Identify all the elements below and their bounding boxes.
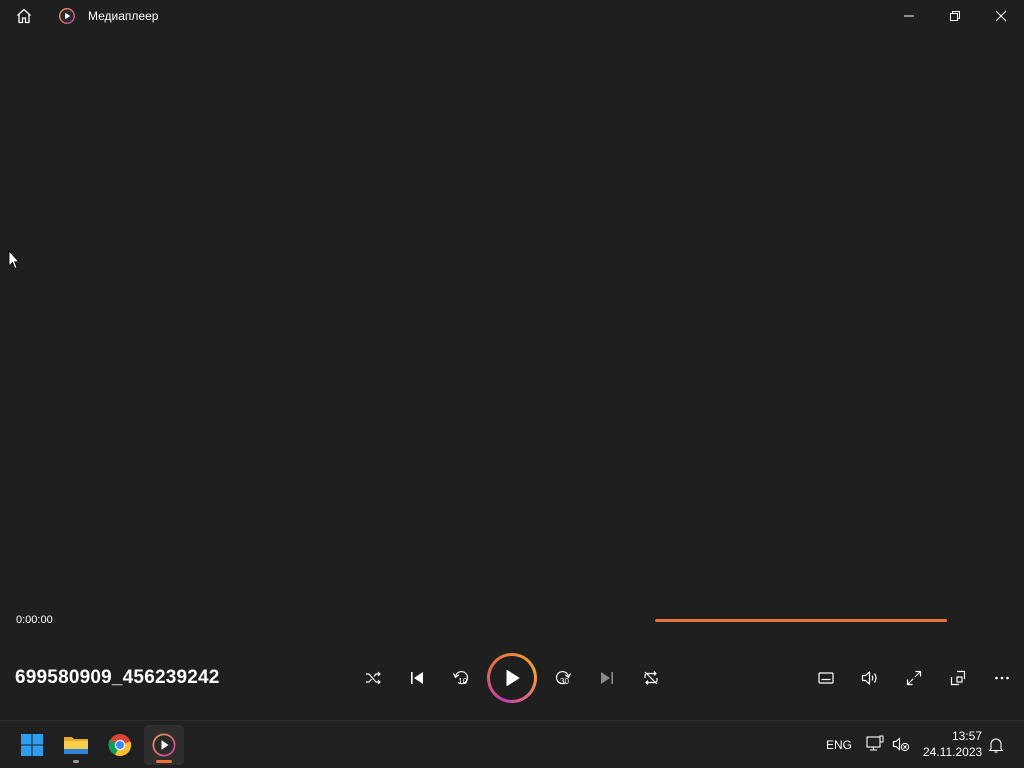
- volume-muted-icon[interactable]: [890, 734, 912, 754]
- window-title: Медиаплеер: [88, 9, 159, 23]
- more-options-button[interactable]: [988, 664, 1016, 692]
- skip-back-button[interactable]: 10: [447, 664, 475, 692]
- subtitles-button[interactable]: [812, 664, 840, 692]
- home-icon[interactable]: [13, 5, 35, 27]
- seek-bar[interactable]: [655, 619, 947, 622]
- media-player-icon: [152, 733, 176, 757]
- shuffle-button[interactable]: [359, 664, 387, 692]
- play-button[interactable]: [487, 653, 537, 703]
- taskbar-media-player[interactable]: [144, 725, 184, 765]
- close-button[interactable]: [978, 0, 1024, 32]
- chrome-icon: [108, 734, 132, 757]
- next-button[interactable]: [593, 664, 621, 692]
- restore-button[interactable]: [932, 0, 978, 32]
- skip-forward-button[interactable]: 30: [549, 664, 577, 692]
- running-indicator: [73, 760, 79, 763]
- video-area[interactable]: [0, 32, 1024, 602]
- start-icon: [21, 734, 43, 756]
- media-player-app-icon: [58, 7, 76, 25]
- minimize-icon: [904, 15, 914, 17]
- mini-player-button[interactable]: [944, 664, 972, 692]
- language-indicator[interactable]: ENG: [826, 738, 852, 752]
- clock-date[interactable]: 24.11.2023: [923, 745, 982, 759]
- current-time: 0:00:00: [16, 614, 53, 626]
- volume-icon: [861, 671, 877, 685]
- fullscreen-icon: [906, 670, 922, 686]
- repeat-icon: [644, 671, 658, 685]
- notifications-icon[interactable]: [985, 735, 1007, 755]
- restore-icon: [950, 11, 960, 21]
- next-icon: [601, 672, 613, 684]
- close-icon: [995, 10, 1007, 22]
- clock-time[interactable]: 13:57: [952, 729, 982, 743]
- minimize-button[interactable]: [886, 0, 932, 32]
- start-button[interactable]: [12, 725, 52, 765]
- skip-back-10-icon: 10: [452, 671, 469, 686]
- previous-icon: [411, 672, 423, 684]
- skip-forward-30-icon: 30: [555, 671, 572, 686]
- skip-back-seconds-label: 10: [458, 677, 467, 686]
- play-icon: [506, 670, 520, 686]
- shuffle-icon: [366, 671, 381, 685]
- media-title: 699580909_456239242: [15, 667, 220, 688]
- title-bar: Медиаплеер: [0, 0, 1024, 32]
- file-explorer-icon: [64, 737, 88, 754]
- taskbar-chrome[interactable]: [100, 725, 140, 765]
- previous-button[interactable]: [403, 664, 431, 692]
- more-icon: [995, 676, 1009, 680]
- repeat-button[interactable]: [637, 664, 665, 692]
- mini-player-icon: [950, 670, 966, 686]
- active-indicator: [156, 760, 172, 763]
- subtitles-icon: [818, 672, 834, 684]
- taskbar-file-explorer[interactable]: [56, 725, 96, 765]
- skip-forward-seconds-label: 30: [560, 677, 569, 686]
- fullscreen-button[interactable]: [900, 664, 928, 692]
- volume-button[interactable]: [856, 664, 884, 692]
- network-icon[interactable]: [864, 734, 886, 754]
- mouse-cursor-icon: [8, 250, 20, 270]
